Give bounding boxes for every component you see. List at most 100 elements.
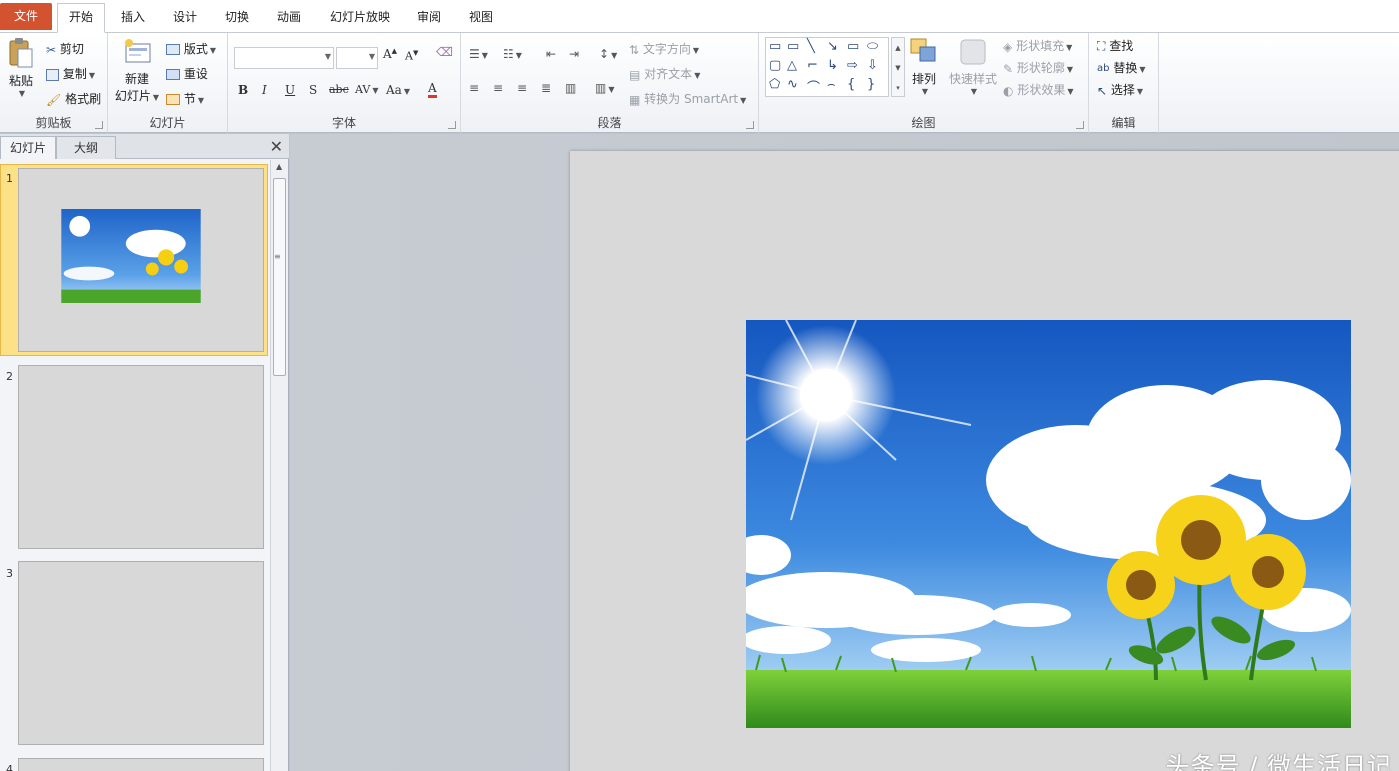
italic-icon[interactable]: I bbox=[262, 83, 267, 97]
drawing-launcher-icon[interactable] bbox=[1076, 121, 1084, 129]
curve-shape-icon[interactable]: ⌢ bbox=[827, 77, 836, 92]
text-direction-button[interactable]: ⇅ 文字方向 ▼ bbox=[629, 40, 699, 57]
ribbon-tab-bar: 文件 开始 插入 设计 切换 动画 幻灯片放映 审阅 视图 bbox=[0, 0, 1399, 33]
replace-button[interactable]: ab 替换 ▼ bbox=[1097, 59, 1145, 76]
line-shape-icon[interactable]: ╲ bbox=[807, 39, 815, 54]
tab-view[interactable]: 视图 bbox=[459, 4, 503, 30]
paste-button[interactable]: 粘贴 ▼ bbox=[6, 37, 36, 107]
select-button[interactable]: ↖ 选择 ▼ bbox=[1097, 81, 1143, 98]
clipboard-launcher-icon[interactable] bbox=[95, 121, 103, 129]
grow-font-icon[interactable]: A▲ bbox=[383, 47, 397, 61]
shape-outline-button[interactable]: ✎ 形状轮廓 ▼ bbox=[1003, 59, 1073, 76]
tab-slideshow[interactable]: 幻灯片放映 bbox=[320, 4, 400, 30]
replace-label: 替换 bbox=[1113, 61, 1138, 75]
tab-home[interactable]: 开始 bbox=[57, 3, 105, 33]
slide-thumbnail-2[interactable] bbox=[18, 365, 264, 549]
new-slide-label-2: 幻灯片 bbox=[114, 89, 151, 103]
change-case-icon[interactable]: Aa ▼ bbox=[386, 83, 410, 97]
left-brace-shape-icon[interactable]: { bbox=[847, 77, 855, 92]
paragraph-launcher-icon[interactable] bbox=[746, 121, 754, 129]
clear-formatting-icon[interactable]: ⌫ bbox=[436, 45, 453, 59]
font-group: ▼ ▼ A▲ A▼ ⌫ B I U S abc AV ▼ Aa ▼ A 字体 bbox=[228, 33, 461, 133]
shrink-font-icon[interactable]: A▼ bbox=[405, 49, 418, 63]
right-brace-shape-icon[interactable]: } bbox=[867, 77, 875, 92]
columns-icon[interactable]: ▥ ▼ bbox=[595, 81, 615, 95]
shapes-gallery[interactable]: ▭ ▭ ╲ ↘ ▭ ⬭ ▢ △ ⌐ ↳ ⇨ ⇩ ⬠ ∿ ⌒ ⌢ { } bbox=[765, 37, 889, 97]
arrange-button[interactable]: 排列 ▼ bbox=[907, 37, 941, 96]
scrollbar-thumb[interactable] bbox=[273, 178, 286, 376]
slide-thumbnail-4[interactable] bbox=[18, 758, 264, 771]
underline-icon[interactable]: U bbox=[285, 83, 295, 97]
font-size-combo[interactable]: ▼ bbox=[336, 47, 378, 69]
rounded-rect-shape-icon[interactable]: ▢ bbox=[769, 58, 781, 73]
shapes-gallery-scroll[interactable]: ▲ ▼ ▾ bbox=[891, 37, 905, 97]
current-slide-canvas[interactable]: 头条号 / 微生活日记 bbox=[570, 151, 1399, 771]
section-button[interactable]: 节 ▼ bbox=[166, 90, 204, 107]
thumbnail-scrollbar[interactable]: ▲ ≡ bbox=[270, 160, 288, 771]
tab-review[interactable]: 审阅 bbox=[407, 4, 451, 30]
pentagon-shape-icon[interactable]: ⬠ bbox=[769, 77, 780, 92]
down-arrow-shape-icon[interactable]: ⇩ bbox=[867, 58, 878, 73]
bold-icon[interactable]: B bbox=[238, 83, 248, 97]
justify-icon[interactable]: ≣ bbox=[541, 81, 551, 95]
reset-icon bbox=[166, 69, 180, 80]
align-center-icon[interactable]: ≡ bbox=[493, 81, 503, 95]
font-color-icon[interactable]: A bbox=[428, 81, 437, 98]
reset-button[interactable]: 重设 bbox=[166, 65, 208, 82]
paragraph-group-label: 段落 bbox=[597, 116, 622, 130]
new-slide-button[interactable]: 新建 幻灯片 ▼ bbox=[114, 37, 160, 104]
pane-tab-slides[interactable]: 幻灯片 bbox=[0, 136, 56, 159]
find-button[interactable]: ⛶ 查找 bbox=[1097, 37, 1133, 54]
quick-styles-button[interactable]: 快速样式 ▼ bbox=[947, 37, 999, 96]
close-icon[interactable]: ✕ bbox=[270, 137, 283, 156]
increase-indent-icon[interactable]: ⇥ bbox=[569, 47, 579, 61]
paste-icon bbox=[9, 38, 33, 68]
tab-animations[interactable]: 动画 bbox=[267, 4, 311, 30]
arrow-line-shape-icon[interactable]: ↘ bbox=[827, 39, 838, 54]
numbering-icon[interactable]: ☷ ▼ bbox=[503, 47, 522, 61]
freeform-shape-icon[interactable]: ∿ bbox=[787, 77, 798, 92]
font-name-combo[interactable]: ▼ bbox=[234, 47, 334, 69]
tab-file[interactable]: 文件 bbox=[0, 3, 52, 30]
scrollbar-grip-icon: ≡ bbox=[274, 252, 281, 261]
vertical-textbox-shape-icon[interactable]: ▭ bbox=[787, 39, 799, 54]
slide-number: 2 bbox=[6, 370, 13, 383]
strikethrough-icon[interactable]: abc bbox=[329, 83, 349, 96]
slide-thumbnail-3[interactable] bbox=[18, 561, 264, 745]
tab-design[interactable]: 设计 bbox=[163, 4, 207, 30]
scroll-up-icon[interactable]: ▲ bbox=[276, 162, 282, 171]
triangle-shape-icon[interactable]: △ bbox=[787, 58, 797, 73]
convert-smartart-label: 转换为 SmartArt bbox=[644, 92, 739, 106]
textbox-shape-icon[interactable]: ▭ bbox=[769, 39, 781, 54]
align-left-icon[interactable]: ≡ bbox=[469, 81, 479, 95]
character-spacing-icon[interactable]: AV ▼ bbox=[355, 83, 379, 96]
tab-transitions[interactable]: 切换 bbox=[215, 4, 259, 30]
cut-button[interactable]: ✂ 剪切 bbox=[46, 40, 84, 57]
pane-tab-outline[interactable]: 大纲 bbox=[56, 136, 116, 159]
text-shadow-icon[interactable]: S bbox=[309, 83, 317, 97]
font-launcher-icon[interactable] bbox=[448, 121, 456, 129]
align-text-button[interactable]: ▤ 对齐文本 ▼ bbox=[629, 65, 700, 82]
rectangle-shape-icon[interactable]: ▭ bbox=[847, 39, 859, 54]
decrease-indent-icon[interactable]: ⇤ bbox=[546, 47, 556, 61]
format-painter-button[interactable]: 🖌 格式刷 bbox=[46, 90, 101, 107]
line-spacing-icon[interactable]: ↕ ▼ bbox=[599, 47, 617, 61]
shape-effects-button[interactable]: ◐ 形状效果 ▼ bbox=[1003, 81, 1073, 98]
arc-shape-icon[interactable]: ⌒ bbox=[807, 77, 820, 96]
bullets-icon[interactable]: ☰ ▼ bbox=[469, 47, 488, 61]
elbow-connector-shape-icon[interactable]: ⌐ bbox=[807, 58, 818, 73]
distribute-icon[interactable]: ▥ bbox=[565, 81, 576, 95]
slide-number: 3 bbox=[6, 567, 13, 580]
align-right-icon[interactable]: ≡ bbox=[517, 81, 527, 95]
elbow-arrow-shape-icon[interactable]: ↳ bbox=[827, 58, 838, 73]
sunflower-picture[interactable] bbox=[746, 320, 1351, 728]
slide-thumbnail-1[interactable] bbox=[18, 168, 264, 352]
shape-fill-button[interactable]: ◈ 形状填充 ▼ bbox=[1003, 37, 1072, 54]
right-arrow-shape-icon[interactable]: ⇨ bbox=[847, 58, 858, 73]
oval-shape-icon[interactable]: ⬭ bbox=[867, 39, 878, 54]
layout-button[interactable]: 版式 ▼ bbox=[166, 40, 216, 57]
tab-insert[interactable]: 插入 bbox=[111, 4, 155, 30]
convert-smartart-button[interactable]: ▦ 转换为 SmartArt ▼ bbox=[629, 90, 746, 107]
copy-button[interactable]: 复制 ▼ bbox=[46, 65, 95, 82]
paint-bucket-icon: ◈ bbox=[1003, 39, 1013, 54]
